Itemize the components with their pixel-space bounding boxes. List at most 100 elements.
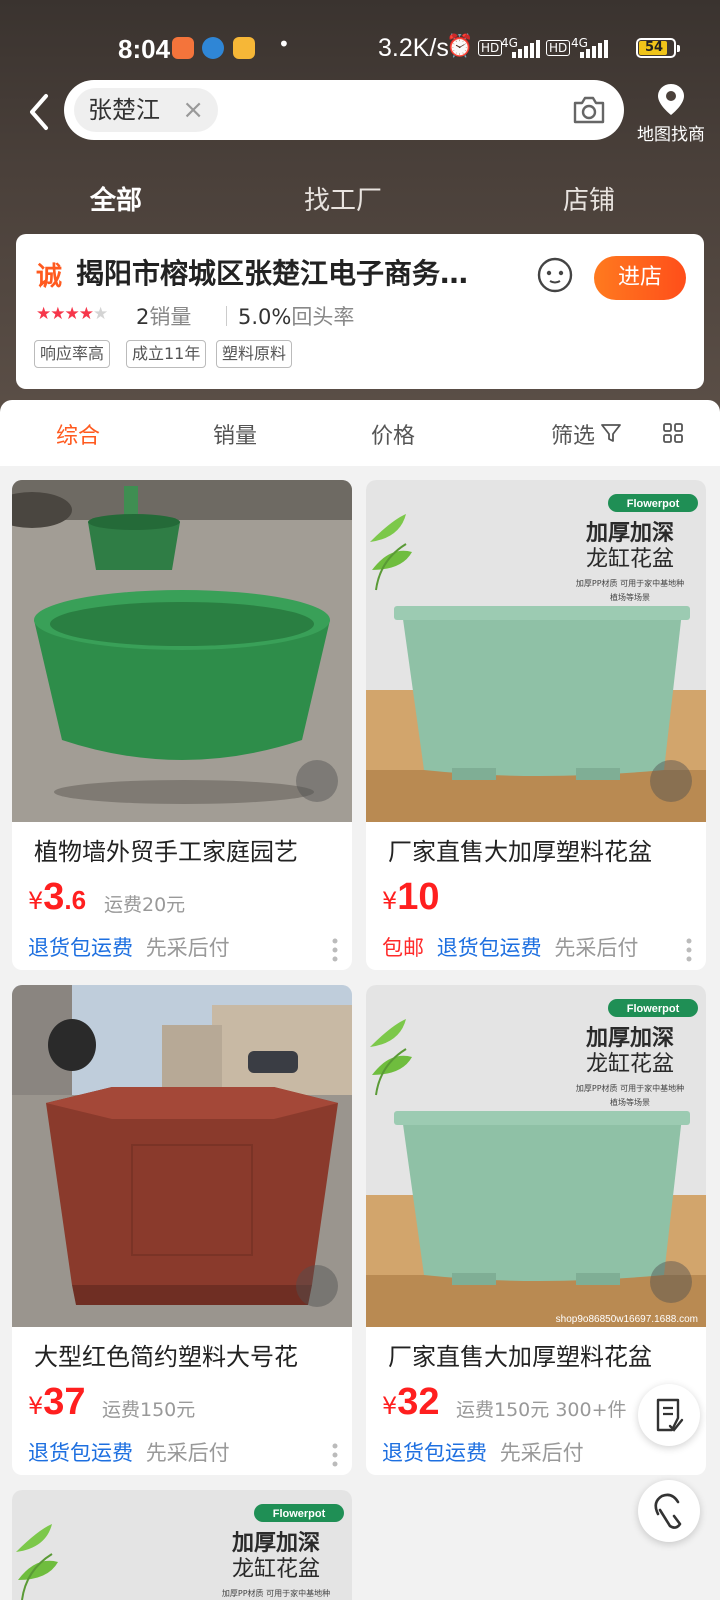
star-icon: ★ — [36, 304, 51, 324]
sold-count: 300+件 — [555, 1399, 627, 1421]
sort-sales[interactable]: 销量 — [213, 418, 257, 450]
poster-line2: 龙缸花盆 — [586, 547, 674, 572]
product-card[interactable]: 植物墙外贸手工家庭园艺 ¥3.6 运费20元 退货包运费 先采后付 — [12, 480, 352, 970]
filter-icon[interactable] — [600, 422, 622, 444]
product-title[interactable]: 大型红色简约塑料大号花 — [34, 1337, 344, 1372]
grid-view-icon[interactable] — [662, 422, 684, 444]
poster-line2: 龙缸花盆 — [586, 1052, 674, 1077]
pay-later-tag: 先采后付 — [554, 936, 639, 960]
back-button[interactable] — [20, 88, 60, 136]
status-dot: • — [278, 32, 290, 56]
more-options-icon[interactable] — [332, 938, 338, 962]
return-shipping-tag: 退货包运费 — [28, 936, 133, 960]
store-tag: 响应率高 — [34, 340, 111, 368]
pay-later-tag: 先采后付 — [499, 1441, 584, 1465]
free-shipping-tag: 包邮 — [382, 936, 424, 960]
app-notification-icon — [172, 37, 194, 59]
rating-stars: ★★★★★ — [36, 304, 108, 324]
product-price: ¥3.6 — [28, 876, 87, 918]
product-title[interactable]: 植物墙外贸手工家庭园艺 — [34, 832, 344, 867]
product-price: ¥32 — [382, 1381, 440, 1423]
product-card[interactable]: Flowerpot 加厚加深 龙缸花盆 加厚PP材质 可用于家中基地种 — [12, 1490, 352, 1600]
shipping-fee: 运费150元 300+件 — [456, 1399, 627, 1421]
clear-icon[interactable]: × — [182, 88, 204, 132]
poster-desc2: 植场等场景 — [610, 592, 650, 602]
product-title[interactable]: 厂家直售大加厚塑料花盆 — [388, 832, 698, 867]
poster-line1: 加厚加深 — [585, 1026, 674, 1051]
camera-icon[interactable] — [572, 94, 606, 126]
sort-price[interactable]: 价格 — [371, 418, 415, 450]
shipping-fee: 运费20元 — [104, 894, 186, 916]
map-search-button[interactable]: 地图找商 — [632, 82, 710, 145]
signal-icon — [512, 40, 540, 63]
inquiry-list-button[interactable] — [638, 1384, 700, 1446]
store-card[interactable]: 诚 揭阳市榕城区张楚江电子商务… 进店 ★★★★★ 2销量 5.0%回头率 响应… — [16, 234, 704, 389]
product-card[interactable]: Flowerpot 加厚加深 龙缸花盆 加厚PP材质 可用于家中基地种 植场等场… — [366, 480, 706, 970]
image-search-icon[interactable] — [650, 760, 692, 802]
sort-bar: 综合 销量 价格 筛选 — [0, 400, 720, 466]
filter-button[interactable]: 筛选 — [551, 418, 595, 450]
product-image[interactable]: Flowerpot 加厚加深 龙缸花盆 加厚PP材质 可用于家中基地种 植场等场… — [366, 985, 706, 1327]
return-shipping-tag: 退货包运费 — [28, 1441, 133, 1465]
battery-level: 54 — [645, 40, 664, 55]
poster-line1: 加厚加深 — [231, 1531, 320, 1556]
sales-metric: 2销量 — [136, 305, 192, 329]
repeat-rate-metric: 5.0%回头率 — [238, 305, 355, 329]
sort-comprehensive[interactable]: 综合 — [56, 418, 100, 450]
star-icon: ★ — [78, 304, 94, 324]
product-title[interactable]: 厂家直售大加厚塑料花盆 — [388, 1337, 698, 1372]
poster-desc1: 加厚PP材质 可用于家中基地种 — [576, 578, 684, 588]
battery-icon: 54 — [636, 38, 680, 58]
integrity-badge-icon: 诚 — [36, 262, 63, 292]
customer-service-button[interactable] — [638, 1480, 700, 1542]
product-image[interactable] — [12, 480, 352, 822]
store-tag: 成立11年 — [126, 340, 207, 368]
status-time: 8:04 — [118, 34, 171, 64]
hd-label: HD — [478, 40, 503, 56]
status-bar: 8:04 • 3.2K/s ⏰ HD 4G HD 4G 54 — [0, 0, 720, 72]
service-tags: 退货包运费 先采后付 — [28, 932, 230, 962]
enter-store-button[interactable]: 进店 — [594, 256, 686, 300]
headset-icon — [654, 1493, 682, 1529]
hd-label: HD — [546, 40, 571, 56]
shipping-fee: 运费150元 — [102, 1399, 196, 1421]
service-tags: 包邮 退货包运费 先采后付 — [382, 932, 638, 962]
chevron-left-icon — [30, 94, 48, 130]
product-image[interactable]: Flowerpot 加厚加深 龙缸花盆 加厚PP材质 可用于家中基地种 植场等场… — [366, 480, 706, 822]
more-options-icon[interactable] — [332, 1443, 338, 1467]
product-card[interactable]: 大型红色简约塑料大号花 ¥37 运费150元 退货包运费 先采后付 — [12, 985, 352, 1475]
return-shipping-tag: 退货包运费 — [436, 936, 542, 960]
service-tags: 退货包运费 先采后付 — [382, 1437, 584, 1467]
pay-later-tag: 先采后付 — [145, 1441, 230, 1465]
more-options-icon[interactable] — [686, 938, 692, 962]
product-image[interactable]: Flowerpot 加厚加深 龙缸花盆 加厚PP材质 可用于家中基地种 — [12, 1490, 352, 1600]
tab-store[interactable]: 店铺 — [563, 180, 615, 217]
search-input[interactable]: 张楚江 × — [64, 80, 624, 140]
location-pin-icon — [658, 84, 684, 115]
product-price: ¥10 — [382, 876, 440, 918]
poster-desc1: 加厚PP材质 可用于家中基地种 — [576, 1083, 684, 1093]
tab-factory[interactable]: 找工厂 — [304, 180, 382, 217]
star-icon: ★ — [64, 304, 80, 324]
poster-badge: Flowerpot — [627, 1003, 680, 1015]
search-keyword-chip[interactable]: 张楚江 × — [74, 88, 218, 132]
alarm-icon: ⏰ — [446, 34, 474, 59]
image-search-icon[interactable] — [296, 1265, 338, 1307]
product-price: ¥37 — [28, 1381, 86, 1423]
poster-badge: Flowerpot — [627, 498, 680, 510]
star-icon: ★ — [93, 304, 108, 324]
store-name[interactable]: 揭阳市榕城区张楚江电子商务… — [76, 252, 516, 292]
store-tag: 塑料原料 — [216, 340, 293, 368]
poster-desc1: 加厚PP材质 可用于家中基地种 — [222, 1588, 330, 1598]
chat-icon[interactable] — [536, 256, 574, 294]
product-image[interactable] — [12, 985, 352, 1327]
image-search-icon[interactable] — [650, 1261, 692, 1303]
tab-all[interactable]: 全部 — [90, 180, 142, 217]
divider — [226, 306, 227, 326]
poster-badge: Flowerpot — [273, 1508, 326, 1520]
app-notification-icon — [202, 37, 224, 59]
map-search-label: 地图找商 — [637, 125, 705, 145]
gallery-notification-icon — [233, 37, 255, 59]
poster-desc2: 植场等场景 — [610, 1097, 650, 1107]
image-search-icon[interactable] — [296, 760, 338, 802]
